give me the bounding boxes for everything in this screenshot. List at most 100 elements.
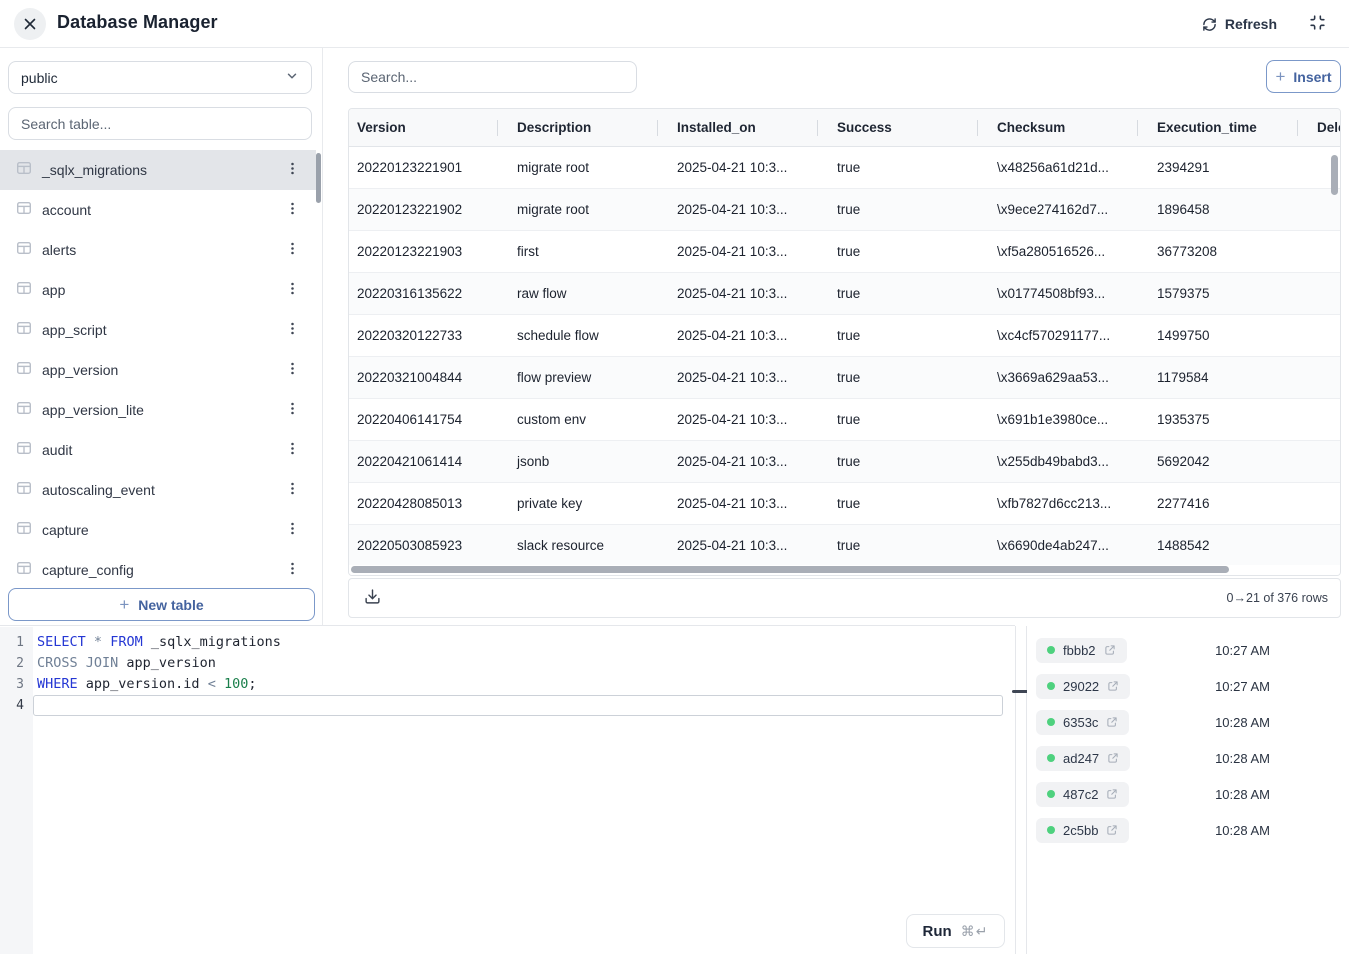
table-menu-button[interactable]: [282, 160, 302, 180]
table-menu-button[interactable]: [282, 440, 302, 460]
sidebar-item-alerts[interactable]: alerts: [0, 230, 316, 270]
table-cell: true: [829, 189, 989, 230]
table-row[interactable]: 20220123221903first2025-04-21 10:3...tru…: [349, 231, 1340, 273]
minimize-icon: [1309, 14, 1326, 31]
column-header-dele[interactable]: Dele: [1309, 109, 1341, 146]
new-table-button[interactable]: + New table: [8, 588, 315, 621]
editor-line[interactable]: CROSS JOIN app_version: [33, 653, 1003, 674]
sql-token: 100: [224, 676, 248, 692]
sidebar-item-audit[interactable]: audit: [0, 430, 316, 470]
run-shortcut-hint: ⌘↵: [961, 923, 989, 940]
table-cell: 2025-04-21 10:3...: [669, 189, 829, 230]
table-row[interactable]: 20220316135622raw flow2025-04-21 10:3...…: [349, 273, 1340, 315]
schema-select[interactable]: public: [8, 61, 312, 94]
download-button[interactable]: [361, 587, 383, 609]
table-menu-button[interactable]: [282, 280, 302, 300]
sidebar-item-app_version_lite[interactable]: app_version_lite: [0, 390, 316, 430]
run-result-pill[interactable]: 6353c: [1036, 710, 1129, 735]
close-button[interactable]: [14, 8, 46, 40]
page-title: Database Manager: [57, 12, 218, 33]
external-link-icon[interactable]: [1106, 716, 1118, 728]
run-result-pill[interactable]: 2c5bb: [1036, 818, 1129, 843]
table-cell: 2025-04-21 10:3...: [669, 441, 829, 482]
table-cell: 20220321004844: [349, 357, 509, 398]
table-vertical-scrollbar[interactable]: [1331, 155, 1338, 195]
column-header-success[interactable]: Success: [829, 109, 989, 146]
table-row[interactable]: 20220421061414jsonb2025-04-21 10:3...tru…: [349, 441, 1340, 483]
sidebar-item-account[interactable]: account: [0, 190, 316, 230]
editor-code[interactable]: SELECT * FROM _sqlx_migrationsCROSS JOIN…: [33, 627, 1015, 716]
editor-line[interactable]: WHERE app_version.id < 100;: [33, 674, 1003, 695]
table-icon: [16, 360, 32, 381]
table-menu-button[interactable]: [282, 480, 302, 500]
sidebar-item-app[interactable]: app: [0, 270, 316, 310]
table-icon: [16, 560, 32, 581]
table-cell: 20220421061414: [349, 441, 509, 482]
table-horizontal-scrollbar[interactable]: [349, 565, 1340, 575]
line-number: 3: [0, 674, 33, 695]
external-link-icon[interactable]: [1107, 752, 1119, 764]
table-row[interactable]: 20220123221901migrate root2025-04-21 10:…: [349, 147, 1340, 189]
table-menu-button[interactable]: [282, 360, 302, 380]
table-row[interactable]: 20220428085013private key2025-04-21 10:3…: [349, 483, 1340, 525]
sidebar-scrollbar[interactable]: [316, 153, 321, 203]
sql-editor[interactable]: 1234 SELECT * FROM _sqlx_migrationsCROSS…: [0, 625, 1015, 954]
run-button[interactable]: Run ⌘↵: [906, 914, 1005, 948]
run-result-pill[interactable]: fbbb2: [1036, 638, 1127, 663]
table-cell: 2025-04-21 10:3...: [669, 399, 829, 440]
table-menu-button[interactable]: [282, 320, 302, 340]
table-cell: \xf5a280516526...: [989, 231, 1149, 272]
external-link-icon[interactable]: [1106, 788, 1118, 800]
table-menu-button[interactable]: [282, 400, 302, 420]
table-menu-button[interactable]: [282, 200, 302, 220]
table-row[interactable]: 20220503085923slack resource2025-04-21 1…: [349, 525, 1340, 567]
table-name: _sqlx_migrations: [42, 162, 147, 178]
sidebar-item-capture[interactable]: capture: [0, 510, 316, 550]
external-link-icon[interactable]: [1104, 644, 1116, 656]
column-header-description[interactable]: Description: [509, 109, 669, 146]
run-result-pill[interactable]: ad247: [1036, 746, 1130, 771]
refresh-icon: [1202, 17, 1217, 32]
sidebar-item-app_version[interactable]: app_version: [0, 350, 316, 390]
table-name: alerts: [42, 242, 76, 258]
table-cell: migrate root: [509, 189, 669, 230]
sidebar-item-capture_config[interactable]: capture_config: [0, 550, 316, 586]
table-cell: [1309, 483, 1340, 524]
editor-line[interactable]: SELECT * FROM _sqlx_migrations: [33, 632, 1003, 653]
sidebar-item-autoscaling_event[interactable]: autoscaling_event: [0, 470, 316, 510]
table-cell: 1579375: [1149, 273, 1309, 314]
table-row[interactable]: 20220123221902migrate root2025-04-21 10:…: [349, 189, 1340, 231]
column-header-execution_time[interactable]: Execution_time: [1149, 109, 1309, 146]
table-menu-button[interactable]: [282, 560, 302, 580]
horizontal-scrollbar-thumb[interactable]: [351, 566, 1229, 573]
table-menu-button[interactable]: [282, 240, 302, 260]
sidebar-item-_sqlx_migrations[interactable]: _sqlx_migrations: [0, 150, 316, 190]
column-header-version[interactable]: Version: [349, 109, 509, 146]
table-cell: true: [829, 231, 989, 272]
rows-search-input[interactable]: [348, 61, 637, 93]
external-link-icon[interactable]: [1107, 680, 1119, 692]
panel-resize-handle[interactable]: [1015, 626, 1027, 954]
refresh-button[interactable]: Refresh: [1202, 11, 1277, 37]
sidebar-item-app_script[interactable]: app_script: [0, 310, 316, 350]
run-result-pill[interactable]: 29022: [1036, 674, 1130, 699]
table-row[interactable]: 20220320122733schedule flow2025-04-21 10…: [349, 315, 1340, 357]
table-cell: 1896458: [1149, 189, 1309, 230]
table-row[interactable]: 20220321004844flow preview2025-04-21 10:…: [349, 357, 1340, 399]
table-row[interactable]: 20220406141754custom env2025-04-21 10:3.…: [349, 399, 1340, 441]
table-search-input[interactable]: [8, 107, 312, 140]
editor-active-line[interactable]: [33, 695, 1003, 716]
table-menu-button[interactable]: [282, 520, 302, 540]
run-result-pill[interactable]: 487c2: [1036, 782, 1129, 807]
external-link-icon[interactable]: [1106, 824, 1118, 836]
collapse-button[interactable]: [1307, 14, 1327, 34]
table-cell: raw flow: [509, 273, 669, 314]
table-cell: 20220503085923: [349, 525, 509, 566]
insert-button[interactable]: + Insert: [1266, 60, 1341, 93]
table-cell: \x6690de4ab247...: [989, 525, 1149, 566]
column-header-installed_on[interactable]: Installed_on: [669, 109, 829, 146]
sql-token: ;: [248, 676, 256, 692]
table-cell: slack resource: [509, 525, 669, 566]
table-cell: [1309, 273, 1340, 314]
column-header-checksum[interactable]: Checksum: [989, 109, 1149, 146]
